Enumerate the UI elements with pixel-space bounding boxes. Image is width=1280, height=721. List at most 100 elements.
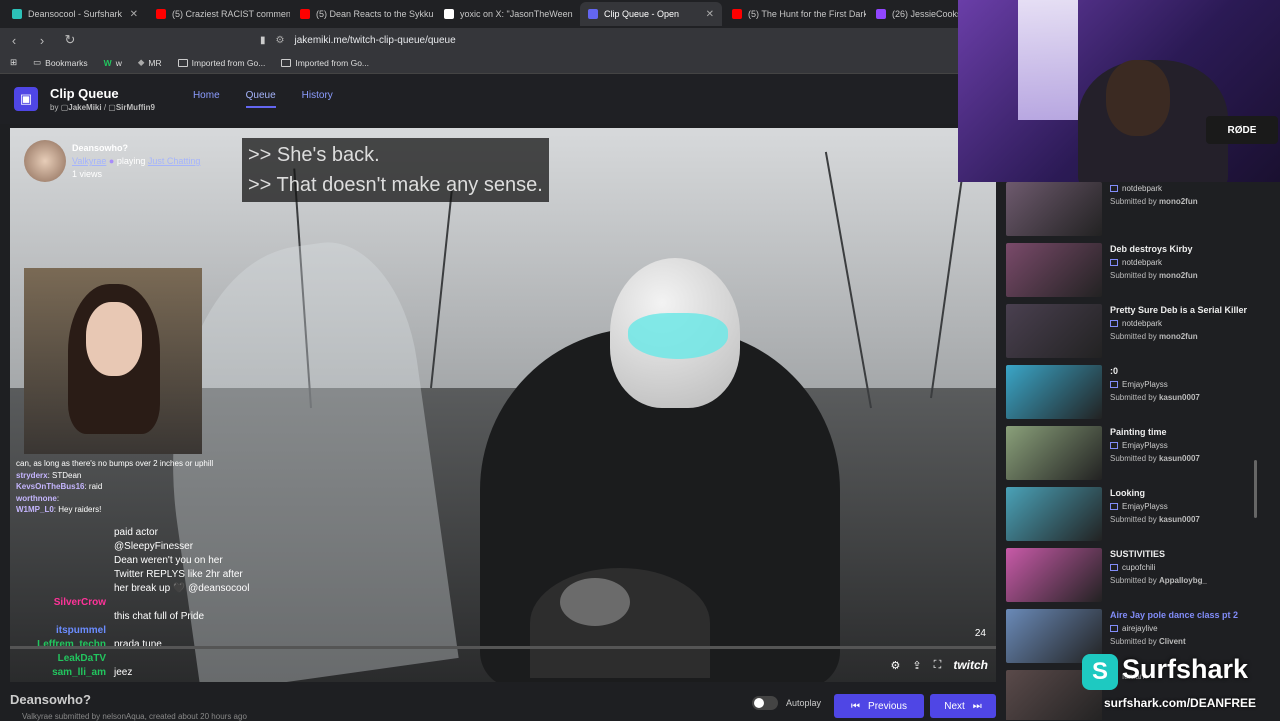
autoplay-toggle[interactable]: Autoplay (752, 696, 821, 710)
chat-text: can, as long as there's no bumps over 2 … (16, 459, 214, 468)
chat-message: her break up 🖤 @deansocool (10, 582, 270, 596)
queue-item-submitter: Submitted by mono2fun (1110, 330, 1247, 343)
tab-label: Deansocool - Surfshark (28, 9, 123, 19)
progress-bar[interactable] (10, 646, 996, 649)
bookmark-item[interactable]: ◆ MR (138, 57, 162, 68)
submitter-name: mono2fun (1158, 271, 1198, 280)
queue-item-title: Deb destroys Kirby (1110, 244, 1193, 254)
clip-thumbnail[interactable] (1006, 304, 1102, 358)
submitter-name: kasun0007 (1158, 454, 1200, 463)
twitch-icon (1110, 625, 1118, 632)
share-icon[interactable]: ⇪ (912, 659, 921, 672)
chat-username: worthnone (16, 493, 57, 503)
clip-thumbnail[interactable] (1006, 426, 1102, 480)
submitted-by-label: Submitted by (1110, 332, 1157, 341)
toggle-switch[interactable] (752, 696, 778, 710)
queue-item-text: Aire Jay pole dance class pt 2 airejayliv… (1110, 609, 1238, 648)
apps-grid-icon[interactable]: ⊞ (10, 57, 17, 68)
queue-item-submitter: Submitted by Clivent (1110, 635, 1238, 648)
twitch-icon (1110, 442, 1118, 449)
site-info-icon[interactable]: ⚙ (276, 35, 285, 46)
tab-favicon-icon (732, 9, 742, 19)
caption-line: >> That doesn't make any sense. (248, 174, 543, 196)
queue-item-text: Deb destroys Kirby notdebpark Submitted by… (1110, 243, 1198, 282)
forward-icon[interactable]: › (34, 33, 50, 48)
browser-tab[interactable]: Clip Queue - Open ✕ (580, 2, 722, 26)
reload-icon[interactable]: ↻ (62, 32, 78, 48)
chat-username: stryderx (16, 470, 48, 480)
queue-item[interactable]: Pretty Sure Deb is a Serial Killer notdeb… (1006, 304, 1276, 360)
app-title: Clip Queue (50, 86, 119, 101)
submitter-name: kasun0007 (1158, 515, 1200, 524)
close-tab-icon[interactable]: ✕ (130, 9, 138, 20)
credit-user[interactable]: JakeMiki (68, 103, 101, 112)
twitch-logo[interactable]: twitch (953, 658, 988, 672)
streamer-link[interactable]: Valkyrae (72, 156, 106, 166)
browser-tab[interactable]: Deansocool - Surfshark ✕ (4, 2, 146, 26)
channel-name: notdebpark (1122, 184, 1163, 193)
channel-name: notdebpark (1122, 319, 1163, 328)
clip-thumbnail[interactable] (1006, 182, 1102, 236)
queue-item[interactable]: Deb destroys Kirby notdebpark Submitted by… (1006, 243, 1276, 299)
channel-name: cupofchili (1122, 563, 1156, 572)
w-logo-icon: W (103, 57, 112, 68)
queue-item[interactable]: :0 EmjayPlayss Submitted by kasun0007 (1006, 365, 1276, 421)
browser-tab[interactable]: (5) Craziest RACIST comments✕ (148, 2, 290, 26)
bookmark-item[interactable]: ▭ Bookmarks (33, 57, 88, 68)
settings-icon[interactable]: ⚙ (891, 659, 901, 672)
app-credits: by ▢JakeMiki / ▢SirMuffin9 (50, 103, 155, 112)
chat-username: Leffrem_techn (37, 638, 106, 650)
queue-item[interactable]: Painting time EmjayPlayss Submitted by kas… (1006, 426, 1276, 482)
browser-tab[interactable]: (5) The Hunt for the First Dark✕ (724, 2, 866, 26)
browser-tab[interactable]: (5) Dean Reacts to the Sykkuno✕ (292, 2, 434, 26)
clip-thumbnail[interactable] (1006, 487, 1102, 541)
submitted-by-label: Submitted by (1110, 515, 1157, 524)
clip-queue-logo-icon[interactable]: ▣ (14, 87, 38, 111)
nav-home[interactable]: Home (193, 90, 220, 108)
credit-user[interactable]: SirMuffin9 (116, 103, 155, 112)
back-icon[interactable]: ‹ (6, 33, 22, 48)
clip-thumbnail[interactable] (1006, 243, 1102, 297)
lamp (1018, 0, 1078, 120)
twitch-icon (1110, 185, 1118, 192)
queue-item[interactable]: notdebpark Submitted by mono2fun (1006, 182, 1276, 238)
bookmark-folder[interactable]: Imported from Go... (177, 58, 265, 68)
submitted-by-label: Submitted by (1110, 393, 1157, 402)
chat-message: LeakDaTV (10, 652, 270, 666)
queue-item[interactable]: Looking EmjayPlayss Submitted by kasun0007 (1006, 487, 1276, 543)
nav-history[interactable]: History (302, 90, 333, 108)
queue-scrollbar[interactable] (1254, 460, 1257, 518)
bookmark-star-icon[interactable]: ▮ (260, 35, 266, 46)
tab-label: yoxic on X: "JasonTheWeen (460, 9, 573, 19)
next-button[interactable]: Next ⏭ (930, 694, 996, 718)
game-link[interactable]: Just Chatting (148, 156, 201, 166)
tab-favicon-icon (156, 9, 166, 19)
clip-thumbnail[interactable] (1006, 365, 1102, 419)
bookmark-item[interactable]: Ww (104, 58, 122, 68)
queue-item-channel: notdebpark (1110, 256, 1198, 269)
close-tab-icon[interactable]: ✕ (706, 9, 714, 20)
bookmark-folder[interactable]: Imported from Go... (281, 58, 369, 68)
channel-name: airejaylive (1122, 624, 1158, 633)
previous-button[interactable]: ⏮ Previous (834, 694, 924, 718)
microphone: RØDE (1206, 116, 1278, 144)
tab-favicon-icon (444, 9, 454, 19)
fullscreen-icon[interactable]: ⛶ (934, 659, 942, 672)
mr-logo-icon: ◆ (137, 57, 145, 67)
clip-thumbnail[interactable] (1006, 548, 1102, 602)
chat-message: KevsOnTheBus16: raid (16, 482, 103, 491)
browser-tab[interactable]: yoxic on X: "JasonTheWeen✕ (436, 2, 578, 26)
channel-avatar[interactable] (24, 140, 66, 182)
chat-text: Twitter REPLYS like 2hr after (114, 568, 243, 580)
submitted-by-label: Submitted by (1110, 637, 1157, 646)
helmet-visor (628, 313, 728, 359)
verified-icon: ● (108, 156, 115, 166)
queue-item-submitter: Submitted by kasun0007 (1110, 513, 1200, 526)
chat-text: Hey raiders! (58, 505, 102, 514)
url-field[interactable]: ▮ ⚙ jakemiki.me/twitch-clip-queue/queue (260, 30, 960, 50)
queue-item[interactable]: SUSTIVITIES cupofchili Submitted by Appall… (1006, 548, 1276, 604)
nav-queue[interactable]: Queue (245, 90, 276, 108)
video-player[interactable]: Deansowho? Valkyrae ● playing Just Chatt… (10, 128, 996, 682)
chat-username: SilverCrow (53, 596, 106, 608)
streamer-head (1106, 60, 1170, 136)
